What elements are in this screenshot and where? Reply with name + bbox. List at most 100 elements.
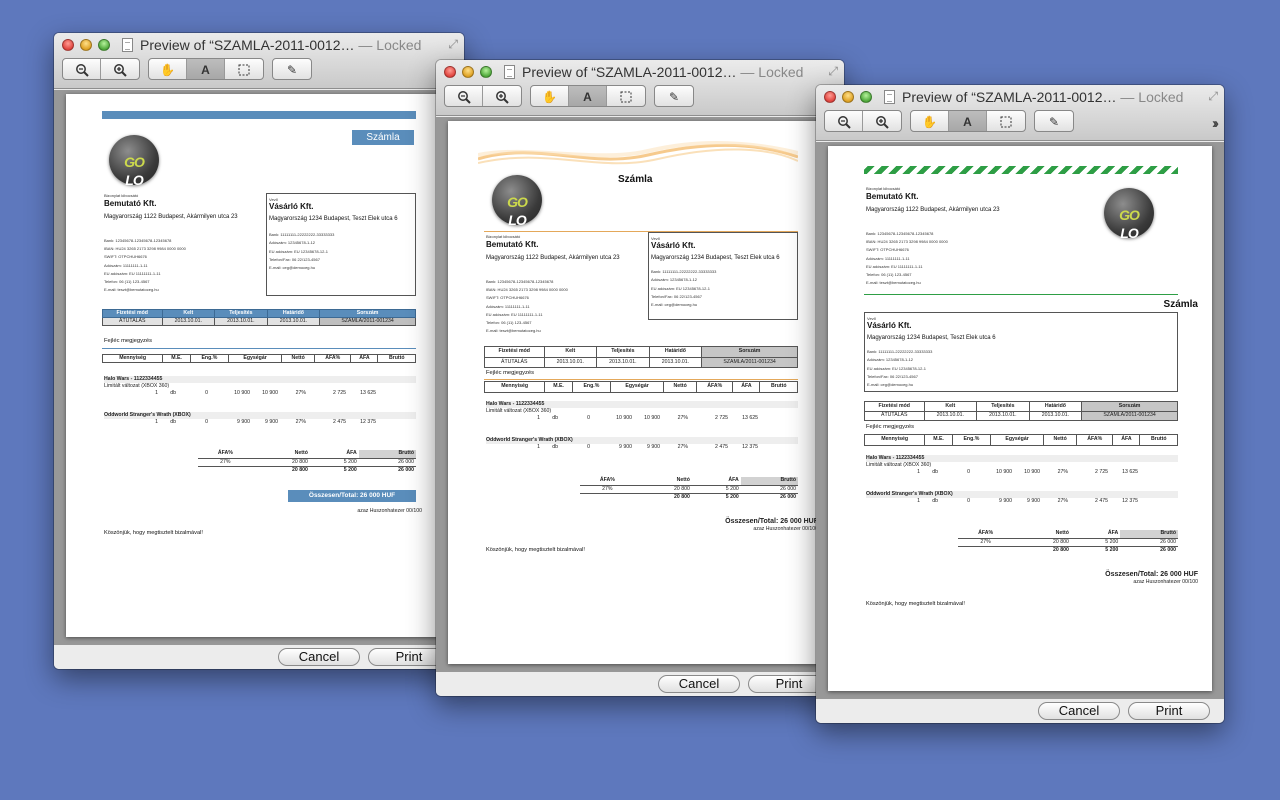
text-select-tool-icon[interactable]: A	[187, 59, 225, 79]
annotate-pencil-icon[interactable]: ✎	[273, 59, 311, 79]
items-header: Mennyiség M.E. Eng.% Egységár Nettó ÁFA% ÁFA Br…	[101, 353, 416, 364]
annotate-pencil-icon[interactable]: ✎	[655, 86, 693, 106]
thanks-note: Köszönjük, hogy megtisztelt bizalmával!	[104, 530, 203, 536]
issuer-details: Bank: 12345678-12345678-12345678 IBAN: HU…	[486, 279, 568, 334]
invoice-page: Bizonylat kiboc­sátó Bemutató Kft. Magya…	[828, 146, 1212, 691]
document-proxy-icon[interactable]	[884, 90, 895, 104]
cancel-button[interactable]: Cancel	[1038, 702, 1120, 720]
zoom-window-button[interactable]	[860, 91, 872, 103]
thanks-note: Köszönjük, hogy megtisztelt bizalmával!	[486, 547, 585, 553]
issuer-name: Bemutató Kft.	[104, 199, 157, 208]
rect-select-tool-icon[interactable]	[225, 59, 263, 79]
text-select-tool-icon[interactable]: A	[569, 86, 607, 106]
item-row-2: Oddworld Stranger's Wrath (XBOX) 1 db 0 9 9…	[104, 412, 416, 426]
company-logo: LO GO	[492, 175, 542, 228]
total-in-words: azaz Huszonhatezer 00/100	[753, 526, 818, 532]
hand-tool-icon[interactable]: ✋	[531, 86, 569, 106]
issuer-name: Bemutató Kft.	[866, 192, 919, 201]
text-select-tool-icon[interactable]: A	[949, 111, 987, 131]
issuer-address: Magyarország 1122 Budapest, Akármilyen u…	[104, 214, 238, 220]
vat-summary-table: ÁFA% Nettó ÁFA Bruttó 27% 20 800 5 200 26 000 …	[958, 530, 1178, 554]
zoom-in-button[interactable]	[483, 86, 521, 106]
cancel-button[interactable]: Cancel	[278, 648, 360, 666]
hand-tool-icon[interactable]: ✋	[911, 111, 949, 131]
document-proxy-icon[interactable]	[122, 38, 133, 52]
vat-summary-table: ÁFA% Nettó ÁFA Bruttó 27% 20 800 5 200 26 000 …	[198, 450, 416, 474]
preview-window-1[interactable]: Preview of “SZAMLA-2011-0012… — Locked ⤢…	[54, 33, 464, 669]
preview-window-3[interactable]: Preview of “SZAMLA-2011-0012… — Locked ⤢…	[816, 85, 1224, 723]
header-note: Fejléc megjegyzés	[104, 338, 153, 344]
close-window-button[interactable]	[62, 39, 74, 51]
title-bar[interactable]: Preview of “SZAMLA-2011-0012… — Locked ⤢…	[816, 85, 1224, 141]
issuer-caption: Bizonylat kiboc­sátó	[104, 193, 139, 198]
header-note: Fejléc megjegyzés	[866, 424, 915, 430]
item-row-2: Oddworld Stranger's Wrath (XBOX) 1 db 0 9 9…	[866, 491, 1178, 505]
hand-tool-icon[interactable]: ✋	[149, 59, 187, 79]
rect-select-tool-icon[interactable]	[987, 111, 1025, 131]
zoom-out-button[interactable]	[63, 59, 101, 79]
payment-table: Fizetési mód Kelt Teljesítés Határidő Sorszá…	[484, 346, 798, 368]
toolbar-overflow-chevron-icon[interactable]: ››	[1212, 115, 1219, 132]
total-in-words: azaz Huszonhatezer 00/100	[1133, 579, 1198, 585]
payment-table: Fizetési mód Kelt Teljesítés Határidő Sorszá…	[864, 401, 1178, 421]
header-wave-decoration	[478, 140, 798, 165]
annotate-pencil-icon[interactable]: ✎	[1035, 111, 1073, 131]
title-bar[interactable]: Preview of “SZAMLA-2011-0012… — Locked ⤢…	[436, 60, 844, 116]
issuer-name: Bemutató Kft.	[486, 240, 539, 249]
close-window-button[interactable]	[824, 91, 836, 103]
header-note: Fejléc megjegyzés	[486, 370, 535, 376]
window-title: Preview of “SZAMLA-2011-0012… — Locked	[902, 89, 1184, 105]
header-stripe-decoration	[864, 166, 1178, 174]
item-row-2: Oddworld Stranger's Wrath (XBOX) 1 db 0 9 9…	[486, 437, 798, 451]
invoice-page: Számla LO GO Bizonylat kiboc­sátó Bemutat…	[66, 94, 452, 637]
items-header: Mennyiség M.E. Eng.% Egységár Nettó ÁFA% ÁFA Br…	[863, 434, 1178, 446]
issuer-address: Magyarország 1122 Budapest, Akármilyen u…	[486, 255, 620, 261]
company-logo: LO GO	[1104, 188, 1154, 241]
document-proxy-icon[interactable]	[504, 65, 515, 79]
fullscreen-icon[interactable]: ⤢	[828, 64, 838, 79]
print-button[interactable]: Print	[1128, 702, 1210, 720]
window-title: Preview of “SZAMLA-2011-0012… — Locked	[140, 37, 422, 53]
issuer-caption: Bizonylat kiboc­sátó	[486, 234, 521, 239]
zoom-window-button[interactable]	[98, 39, 110, 51]
title-bar[interactable]: Preview of “SZAMLA-2011-0012… — Locked ⤢…	[54, 33, 464, 89]
vat-summary-table: ÁFA% Nettó ÁFA Bruttó 27% 20 800 5 200 26 000 …	[580, 477, 798, 501]
buyer-box: Vevő Vásárló Kft. Magyarország 1234 Buda…	[648, 232, 798, 320]
zoom-in-button[interactable]	[863, 111, 901, 131]
zoom-window-button[interactable]	[480, 66, 492, 78]
invoice-title: Számla	[618, 174, 653, 185]
minimize-window-button[interactable]	[80, 39, 92, 51]
company-logo: LO GO	[109, 135, 159, 188]
issuer-address: Magyarország 1122 Budapest, Akármilyen u…	[866, 207, 1000, 213]
issuer-details: Bank: 12345678-12345678-12345678 IBAN: HU…	[866, 231, 948, 286]
thanks-note: Köszönjük, hogy megtisztelt bizalmával!	[866, 601, 965, 607]
item-row-1: Halo Wars - 1122334455 Limitált változat…	[866, 455, 1178, 476]
total-in-words: azaz Huszonhatezer 00/100	[357, 508, 422, 514]
zoom-in-button[interactable]	[101, 59, 139, 79]
grand-total: Összesen/Total: 26 000 HUF	[288, 490, 416, 502]
fullscreen-icon[interactable]: ⤢	[448, 37, 458, 52]
page-area[interactable]: Számla LO GO Bizonylat kiboc­sátó Bemutat…	[436, 117, 844, 672]
minimize-window-button[interactable]	[842, 91, 854, 103]
buyer-box: Vevő Vásárló Kft. Magyarország 1234 Buda…	[864, 312, 1178, 392]
header-bar	[102, 111, 416, 119]
issuer-details: Bank: 12345678-12345678-12345678 IBAN: HU…	[104, 238, 186, 293]
window-title: Preview of “SZAMLA-2011-0012… — Locked	[522, 64, 804, 80]
issuer-caption: Bizonylat kiboc­sátó	[866, 186, 901, 191]
minimize-window-button[interactable]	[462, 66, 474, 78]
item-row-1: Halo Wars - 1122334455 Limitált változat…	[486, 401, 798, 422]
cancel-button[interactable]: Cancel	[658, 675, 740, 693]
invoice-title: Számla	[352, 130, 414, 145]
fullscreen-icon[interactable]: ⤢	[1208, 89, 1218, 104]
rect-select-tool-icon[interactable]	[607, 86, 645, 106]
zoom-out-button[interactable]	[825, 111, 863, 131]
buyer-box: Vevő Vásárló Kft. Magyarország 1234 Buda…	[266, 193, 416, 296]
invoice-page: Számla LO GO Bizonylat kiboc­sátó Bemutat…	[448, 121, 832, 664]
payment-table: Fizetési mód Kelt Teljesítés Határidő Sorszá…	[102, 308, 416, 327]
page-area[interactable]: Számla LO GO Bizonylat kiboc­sátó Bemutat…	[54, 90, 464, 645]
close-window-button[interactable]	[444, 66, 456, 78]
item-row-1: Halo Wars - 1122334455 Limitált változat…	[104, 376, 416, 397]
preview-window-2[interactable]: Preview of “SZAMLA-2011-0012… — Locked ⤢…	[436, 60, 844, 696]
zoom-out-button[interactable]	[445, 86, 483, 106]
page-area[interactable]: Bizonylat kiboc­sátó Bemutató Kft. Magya…	[816, 142, 1224, 699]
